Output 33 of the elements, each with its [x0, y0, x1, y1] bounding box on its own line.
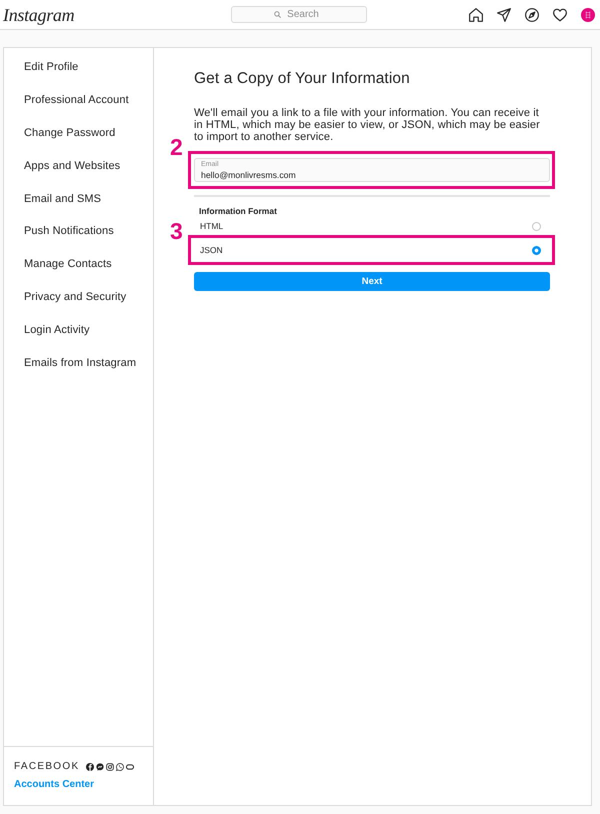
description-text: We'll email you a link to a file with your information. You can receive it in HTML, which may be easier to view, or JSON, which may be easier to import to another service.: [194, 107, 541, 143]
sidebar-item[interactable]: Email and SMS: [4, 182, 153, 215]
sidebar-item[interactable]: Apps and Websites: [4, 149, 153, 182]
section-label: Information Format: [198, 205, 278, 217]
goggles-icon: [126, 763, 134, 771]
sidebar-item[interactable]: Emails from Instagram: [4, 346, 153, 379]
camera-icon: [106, 763, 114, 771]
page-title: Get a Copy of Your Information: [194, 69, 411, 89]
chat-bubble-icon: [96, 763, 104, 771]
paper-plane-icon[interactable]: [497, 8, 511, 22]
search-field[interactable]: Search: [231, 6, 367, 23]
home-icon[interactable]: [469, 8, 483, 22]
heart-icon[interactable]: [553, 8, 567, 22]
compass-icon[interactable]: [525, 8, 539, 22]
sidebar-item[interactable]: Privacy and Security: [4, 280, 153, 314]
option-label[interactable]: JSON: [200, 245, 223, 255]
brand-label: FACEBOOK: [14, 761, 80, 773]
callout-number: 2: [170, 136, 183, 159]
sidebar-item[interactable]: Edit Profile: [4, 51, 153, 84]
callout-number: 3: [170, 220, 183, 243]
app-logo[interactable]: Instagram: [3, 4, 74, 26]
phone-bubble-icon: [116, 763, 124, 771]
sidebar-item[interactable]: Manage Contacts: [4, 248, 153, 281]
avatar-icon[interactable]: [581, 8, 595, 22]
letter-f-circle-icon: [86, 763, 94, 771]
sidebar-item[interactable]: Push Notifications: [4, 214, 153, 248]
sidebar-item[interactable]: Change Password: [4, 116, 153, 150]
sidebar-item[interactable]: Professional Account: [4, 84, 153, 117]
option-label[interactable]: HTML: [200, 221, 224, 231]
radio-button[interactable]: [532, 246, 541, 254]
sidebar-item[interactable]: Login Activity: [4, 313, 153, 346]
search-icon: [274, 11, 281, 18]
radio-button[interactable]: [532, 222, 541, 230]
